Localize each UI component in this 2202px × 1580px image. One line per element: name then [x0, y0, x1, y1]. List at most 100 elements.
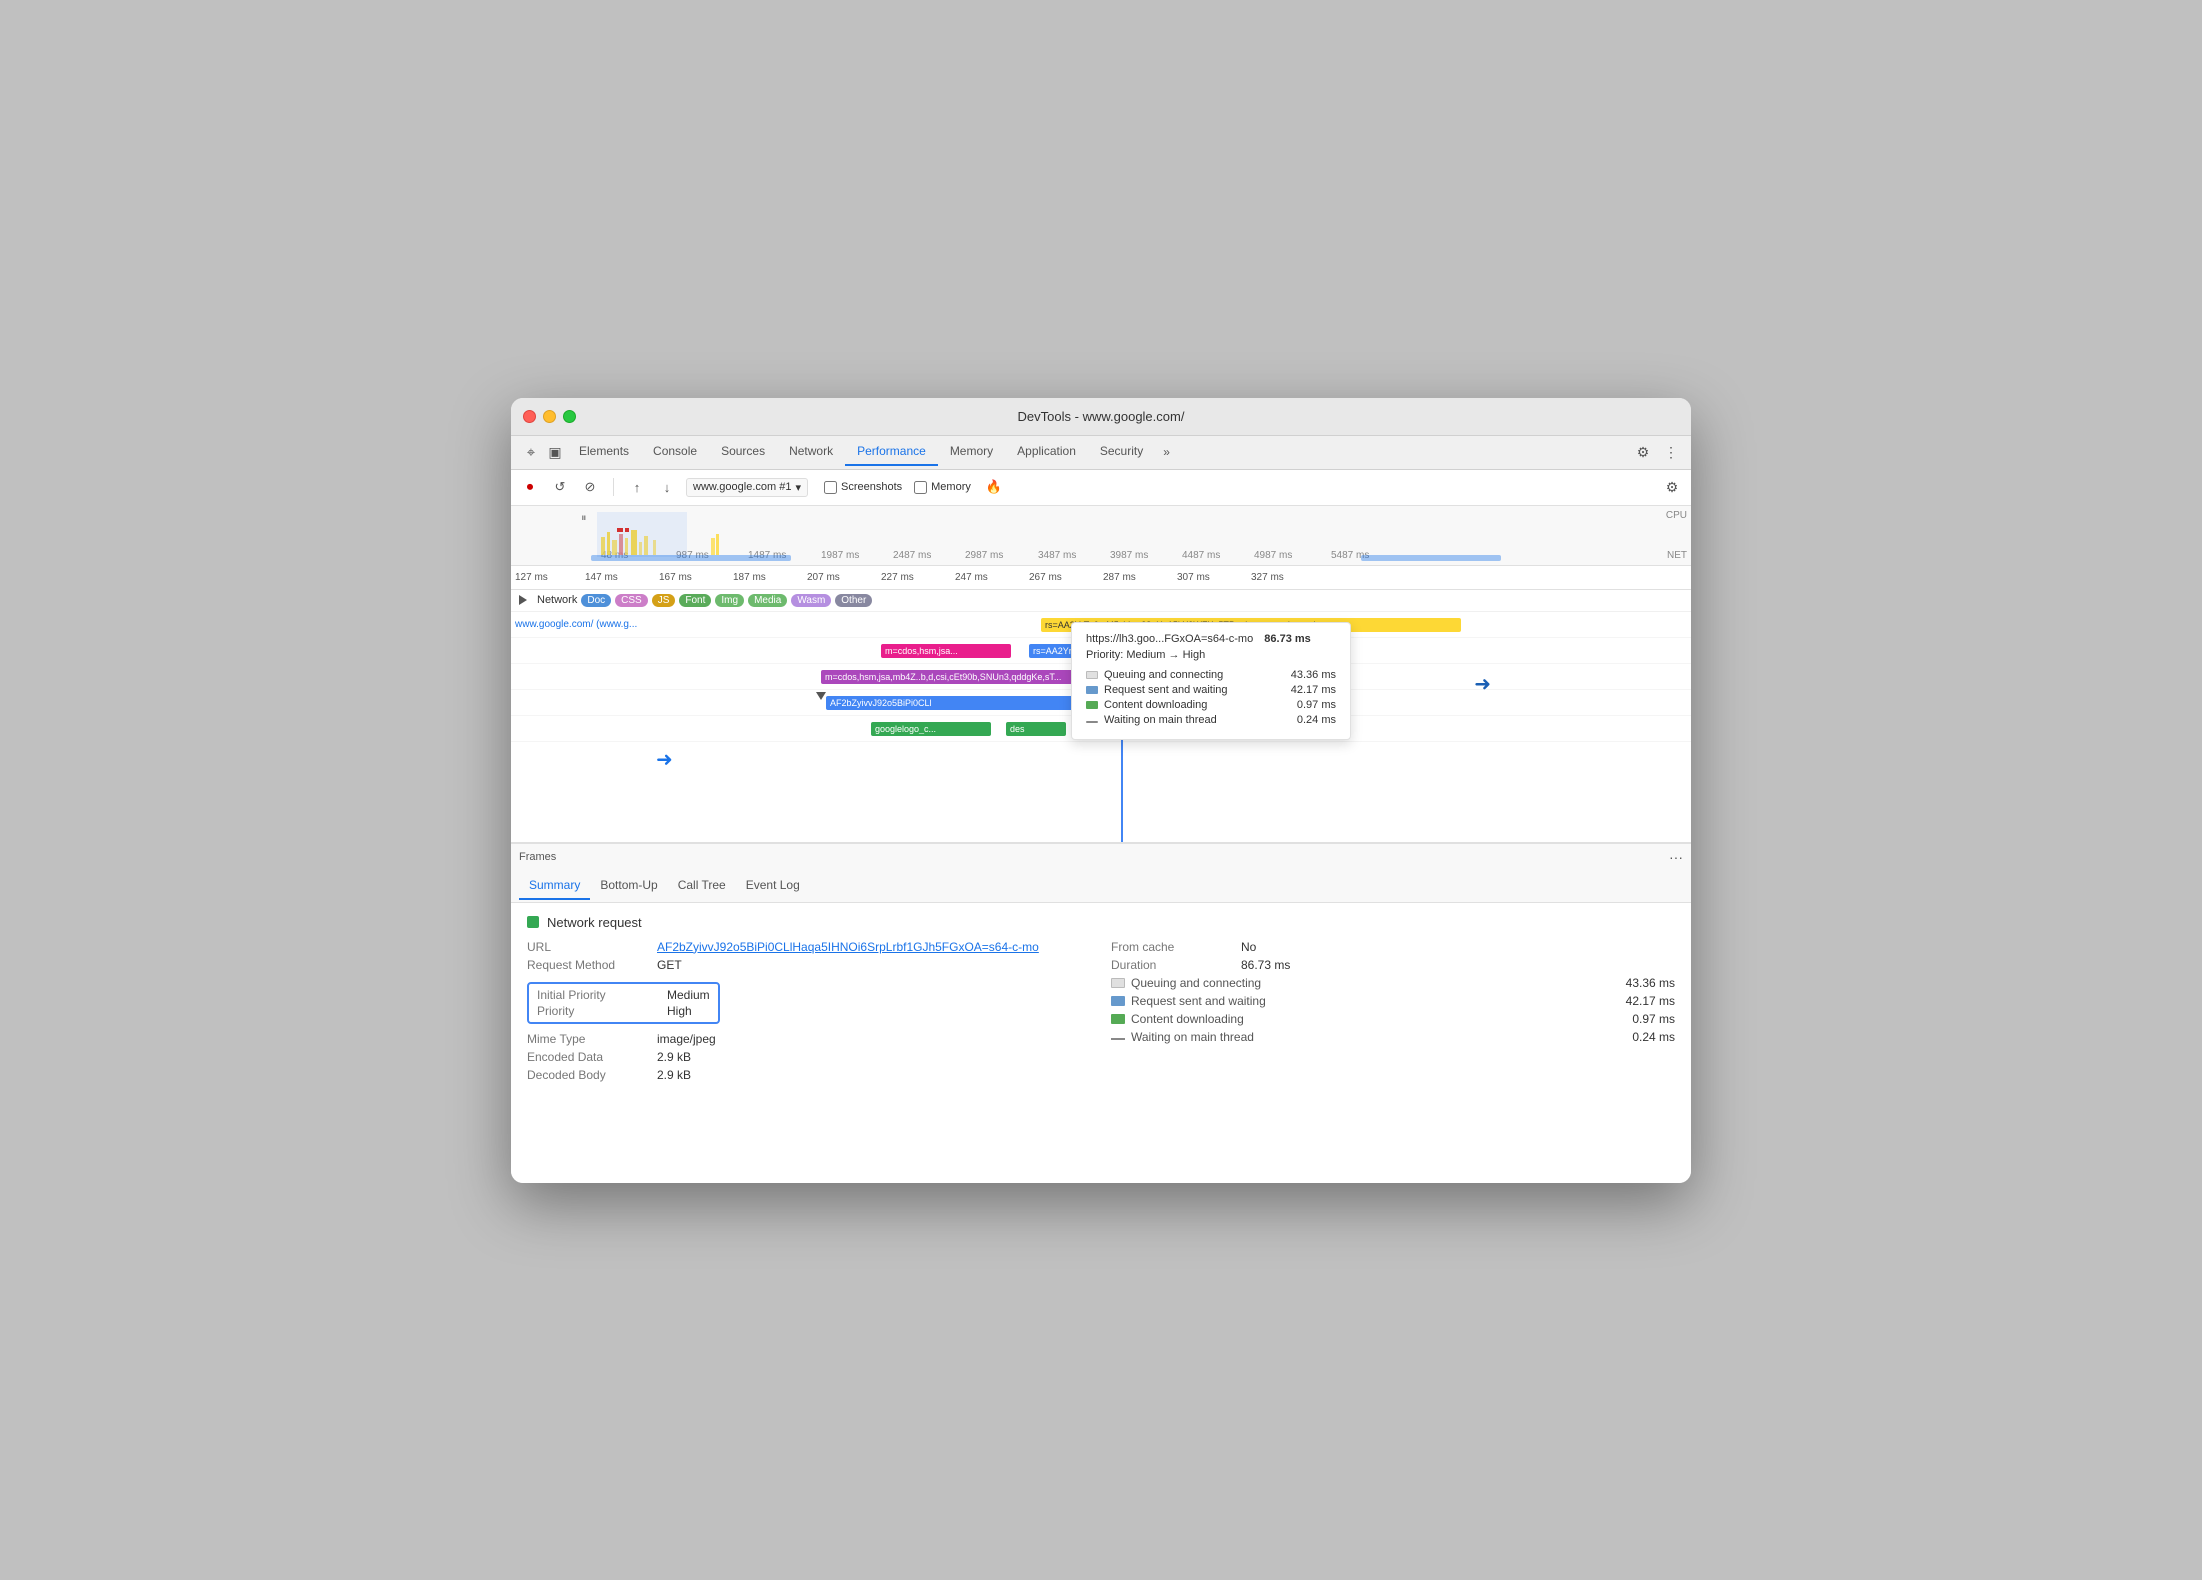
- flame-icon[interactable]: 🔥: [983, 476, 1005, 498]
- tab-bottom-up[interactable]: Bottom-Up: [590, 872, 667, 900]
- detail-panel: Network request URL AF2bZyivvJ92o5BiPi0C…: [511, 903, 1691, 1183]
- tab-application[interactable]: Application: [1005, 438, 1088, 466]
- timeline-zoom[interactable]: 127 ms 147 ms 167 ms 187 ms 207 ms 227 m…: [511, 566, 1691, 590]
- request-bar-4a[interactable]: googlelogo_c...: [871, 722, 991, 736]
- frames-label: Frames: [519, 851, 556, 863]
- timing-row-2: Content downloading 0.97 ms: [1111, 1012, 1675, 1026]
- zoom-label-3: 187 ms: [733, 572, 766, 583]
- tab-event-log[interactable]: Event Log: [736, 872, 810, 900]
- bottom-tabs: Summary Bottom-Up Call Tree Event Log: [511, 871, 1691, 903]
- duration-label: Duration: [1111, 958, 1241, 972]
- detail-right-col: From cache No Duration 86.73 ms Queuing …: [1111, 940, 1675, 1086]
- network-timeline[interactable]: www.google.com/ (www.g... rs=AA2YrTv0taM…: [511, 612, 1691, 842]
- method-value: GET: [657, 958, 682, 972]
- traffic-lights: [523, 410, 576, 423]
- from-cache-row: From cache No: [1111, 940, 1675, 954]
- priority-group: Initial Priority Medium Priority High: [527, 978, 1091, 1028]
- priority-value: High: [667, 1004, 692, 1018]
- duration-row: Duration 86.73 ms: [1111, 958, 1675, 972]
- tooltip-priority-from: Medium: [1126, 649, 1165, 661]
- zoom-label-6: 247 ms: [955, 572, 988, 583]
- memory-label: Memory: [931, 481, 971, 493]
- nav-tabs-bar: ⌖ ▣ Elements Console Sources Network Per…: [511, 436, 1691, 470]
- screenshots-checkbox[interactable]: Screenshots: [824, 481, 902, 494]
- filter-doc[interactable]: Doc: [581, 594, 611, 607]
- detail-grid: URL AF2bZyivvJ92o5BiPi0CLlHaqa5IHNOi6Srp…: [527, 940, 1675, 1086]
- network-label: Network: [537, 594, 577, 606]
- more-tabs-button[interactable]: »: [1155, 441, 1178, 463]
- tooltip-url: https://lh3.goo...FGxOA=s64-c-mo 86.73 m…: [1086, 633, 1336, 645]
- frames-more-button[interactable]: ···: [1669, 849, 1683, 865]
- tooltip-priority-to: High: [1183, 649, 1206, 661]
- decoded-value: 2.9 kB: [657, 1068, 691, 1082]
- section-title: Network request: [547, 915, 642, 930]
- filter-js[interactable]: JS: [652, 594, 676, 607]
- tab-console[interactable]: Console: [641, 438, 709, 466]
- zoom-label-4: 207 ms: [807, 572, 840, 583]
- screenshots-checkbox-input[interactable]: [824, 481, 837, 494]
- encoded-row: Encoded Data 2.9 kB: [527, 1050, 1091, 1064]
- filter-font[interactable]: Font: [679, 594, 711, 607]
- initial-priority-label: Initial Priority: [537, 988, 667, 1002]
- from-cache-label: From cache: [1111, 940, 1241, 954]
- filter-other[interactable]: Other: [835, 594, 872, 607]
- url-select[interactable]: www.google.com #1 ▾: [686, 478, 808, 497]
- close-button[interactable]: [523, 410, 536, 423]
- minimize-button[interactable]: [543, 410, 556, 423]
- maximize-button[interactable]: [563, 410, 576, 423]
- tab-elements[interactable]: Elements: [567, 438, 641, 466]
- memory-checkbox[interactable]: Memory: [914, 481, 971, 494]
- tab-call-tree[interactable]: Call Tree: [668, 872, 736, 900]
- network-tooltip: https://lh3.goo...FGxOA=s64-c-mo 86.73 m…: [1071, 622, 1351, 740]
- zoom-label-5: 227 ms: [881, 572, 914, 583]
- tooltip-row-1: Request sent and waiting 42.17 ms: [1086, 684, 1336, 696]
- tab-sources[interactable]: Sources: [709, 438, 777, 466]
- encoded-value: 2.9 kB: [657, 1050, 691, 1064]
- filter-media[interactable]: Media: [748, 594, 787, 607]
- device-icon[interactable]: ▣: [543, 440, 567, 464]
- download-button[interactable]: ↓: [656, 476, 678, 498]
- tooltip-duration: 86.73 ms: [1264, 633, 1310, 645]
- tab-summary[interactable]: Summary: [519, 872, 590, 900]
- priority-label: Priority: [537, 1004, 667, 1018]
- tooltip-priority: Priority: Medium → High: [1086, 649, 1336, 661]
- detail-url-row: URL AF2bZyivvJ92o5BiPi0CLlHaqa5IHNOi6Srp…: [527, 940, 1091, 954]
- priority-row: Priority High: [537, 1004, 710, 1018]
- filter-wasm[interactable]: Wasm: [791, 594, 831, 607]
- request-bar-1a[interactable]: m=cdos,hsm,jsa...: [881, 644, 1011, 658]
- encoded-label: Encoded Data: [527, 1050, 657, 1064]
- network-expand-icon[interactable]: [519, 595, 533, 605]
- net-bar: [591, 555, 791, 561]
- zoom-label-7: 267 ms: [1029, 572, 1062, 583]
- dark-blue-arrow-right: ➜: [1474, 672, 1491, 697]
- zoom-label-10: 327 ms: [1251, 572, 1284, 583]
- filter-img[interactable]: Img: [715, 594, 744, 607]
- inspect-icon[interactable]: ⌖: [519, 440, 543, 464]
- tab-performance[interactable]: Performance: [845, 438, 938, 466]
- tab-security[interactable]: Security: [1088, 438, 1155, 466]
- method-label: Request Method: [527, 958, 657, 972]
- url-value[interactable]: AF2bZyivvJ92o5BiPi0CLlHaqa5IHNOi6SrpLrbf…: [657, 940, 1039, 954]
- reload-button[interactable]: ↺: [549, 476, 571, 498]
- filter-css[interactable]: CSS: [615, 594, 648, 607]
- clear-button[interactable]: ⊘: [579, 476, 601, 498]
- settings-icon[interactable]: ⚙: [1631, 440, 1655, 464]
- duration-value: 86.73 ms: [1241, 958, 1290, 972]
- perf-settings-icon[interactable]: ⚙: [1661, 476, 1683, 498]
- network-section: Network Doc CSS JS Font Img Media Wasm O…: [511, 590, 1691, 843]
- record-button[interactable]: ⏺: [519, 476, 541, 498]
- zoom-label-0: 127 ms: [515, 572, 548, 583]
- blue-arrow-left: ➜: [656, 747, 673, 772]
- timeline-ruler[interactable]: CPU NET ⏸ 48 ms 987 ms 1487 ms 1987 ms 2…: [511, 506, 1691, 566]
- upload-button[interactable]: ↑: [626, 476, 648, 498]
- more-options-icon[interactable]: ⋮: [1659, 440, 1683, 464]
- tab-memory[interactable]: Memory: [938, 438, 1005, 466]
- detail-left-col: URL AF2bZyivvJ92o5BiPi0CLlHaqa5IHNOi6Srp…: [527, 940, 1091, 1086]
- memory-checkbox-input[interactable]: [914, 481, 927, 494]
- tab-network[interactable]: Network: [777, 438, 845, 466]
- net-bar-2: [1361, 555, 1501, 561]
- request-bar-4b[interactable]: des: [1006, 722, 1066, 736]
- priority-highlight-box: Initial Priority Medium Priority High: [527, 982, 720, 1024]
- initial-priority-value: Medium: [667, 988, 710, 1002]
- checkbox-group: Screenshots Memory 🔥: [824, 476, 1005, 498]
